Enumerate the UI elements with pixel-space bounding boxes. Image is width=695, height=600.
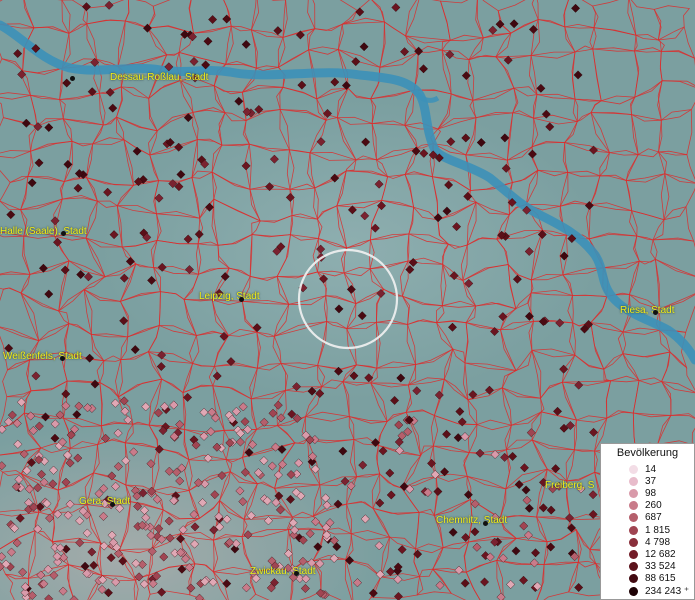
legend-swatch <box>629 488 638 498</box>
city-label-dessau: Dessau-Roßlau, Stadt <box>110 72 209 83</box>
legend-label: 37 <box>645 475 657 487</box>
legend-label: 260 <box>645 500 662 512</box>
legend-label: 98 <box>645 487 657 499</box>
city-label-leipzig: Leipzig, Stadt <box>199 291 260 302</box>
legend-swatch <box>629 537 638 547</box>
city-marker-weissenfels[interactable] <box>60 356 65 361</box>
legend-label: 88 615 <box>645 573 676 585</box>
city-label-chemnitz: Chemnitz, Stadt <box>436 515 508 526</box>
legend-label: 687 <box>645 512 662 524</box>
city-label-gera: Gera, Stadt <box>79 496 131 507</box>
city-label-weissenfels: Weißenfels, Stadt <box>3 351 82 362</box>
city-marker-riesa[interactable] <box>653 310 658 315</box>
legend-label: 14 <box>645 463 657 475</box>
city-marker-gera[interactable] <box>110 502 115 507</box>
legend-swatch <box>629 525 638 535</box>
map-canvas[interactable] <box>0 0 695 600</box>
city-label-halle: Halle (Saale), Stadt <box>0 226 87 237</box>
legend-item: 33 524 <box>601 561 676 573</box>
legend-label: 1 815 <box>645 524 671 536</box>
legend-item: 687 <box>601 512 662 524</box>
legend-item: 4 798 <box>601 536 670 548</box>
legend-item: 1 815 <box>601 524 670 536</box>
legend-swatch <box>629 464 638 474</box>
city-label-riesa: Riesa, Stadt <box>620 305 675 316</box>
legend-label: 234 243 ⁺ <box>645 585 690 597</box>
legend-item: 88 615 <box>601 573 676 585</box>
legend-swatch <box>629 513 638 523</box>
legend-item: 260 <box>601 500 662 512</box>
city-marker-dessau[interactable] <box>70 76 75 81</box>
legend-swatch <box>629 549 638 559</box>
city-marker-chemnitz[interactable] <box>483 521 488 526</box>
legend-swatch <box>629 562 638 572</box>
legend-swatch <box>629 574 638 584</box>
legend-swatch <box>629 476 638 486</box>
legend-title: Bevölkerung <box>616 447 679 459</box>
city-marker-halle[interactable] <box>61 231 66 236</box>
legend-item: 98 <box>601 487 656 499</box>
city-label-zwickau: Zwickau, Stadt <box>250 566 316 577</box>
legend-label: 33 524 <box>645 561 676 573</box>
population-legend: Bevölkerung 14 37 98 260 687 1 815 4 798 12 682… <box>600 443 695 600</box>
legend-swatch <box>629 501 638 511</box>
city-marker-zwickau[interactable] <box>294 571 299 576</box>
legend-item: 37 <box>601 475 656 487</box>
legend-label: 4 798 <box>645 536 671 548</box>
legend-item: 12 682 <box>601 548 676 560</box>
legend-item: 234 243 ⁺ <box>601 585 689 597</box>
city-marker-leipzig[interactable] <box>239 297 244 302</box>
legend-item: 14 <box>601 463 656 475</box>
legend-label: 12 682 <box>645 548 676 560</box>
legend-swatch <box>629 586 638 596</box>
city-label-freiberg: Freiberg, S <box>545 480 595 491</box>
